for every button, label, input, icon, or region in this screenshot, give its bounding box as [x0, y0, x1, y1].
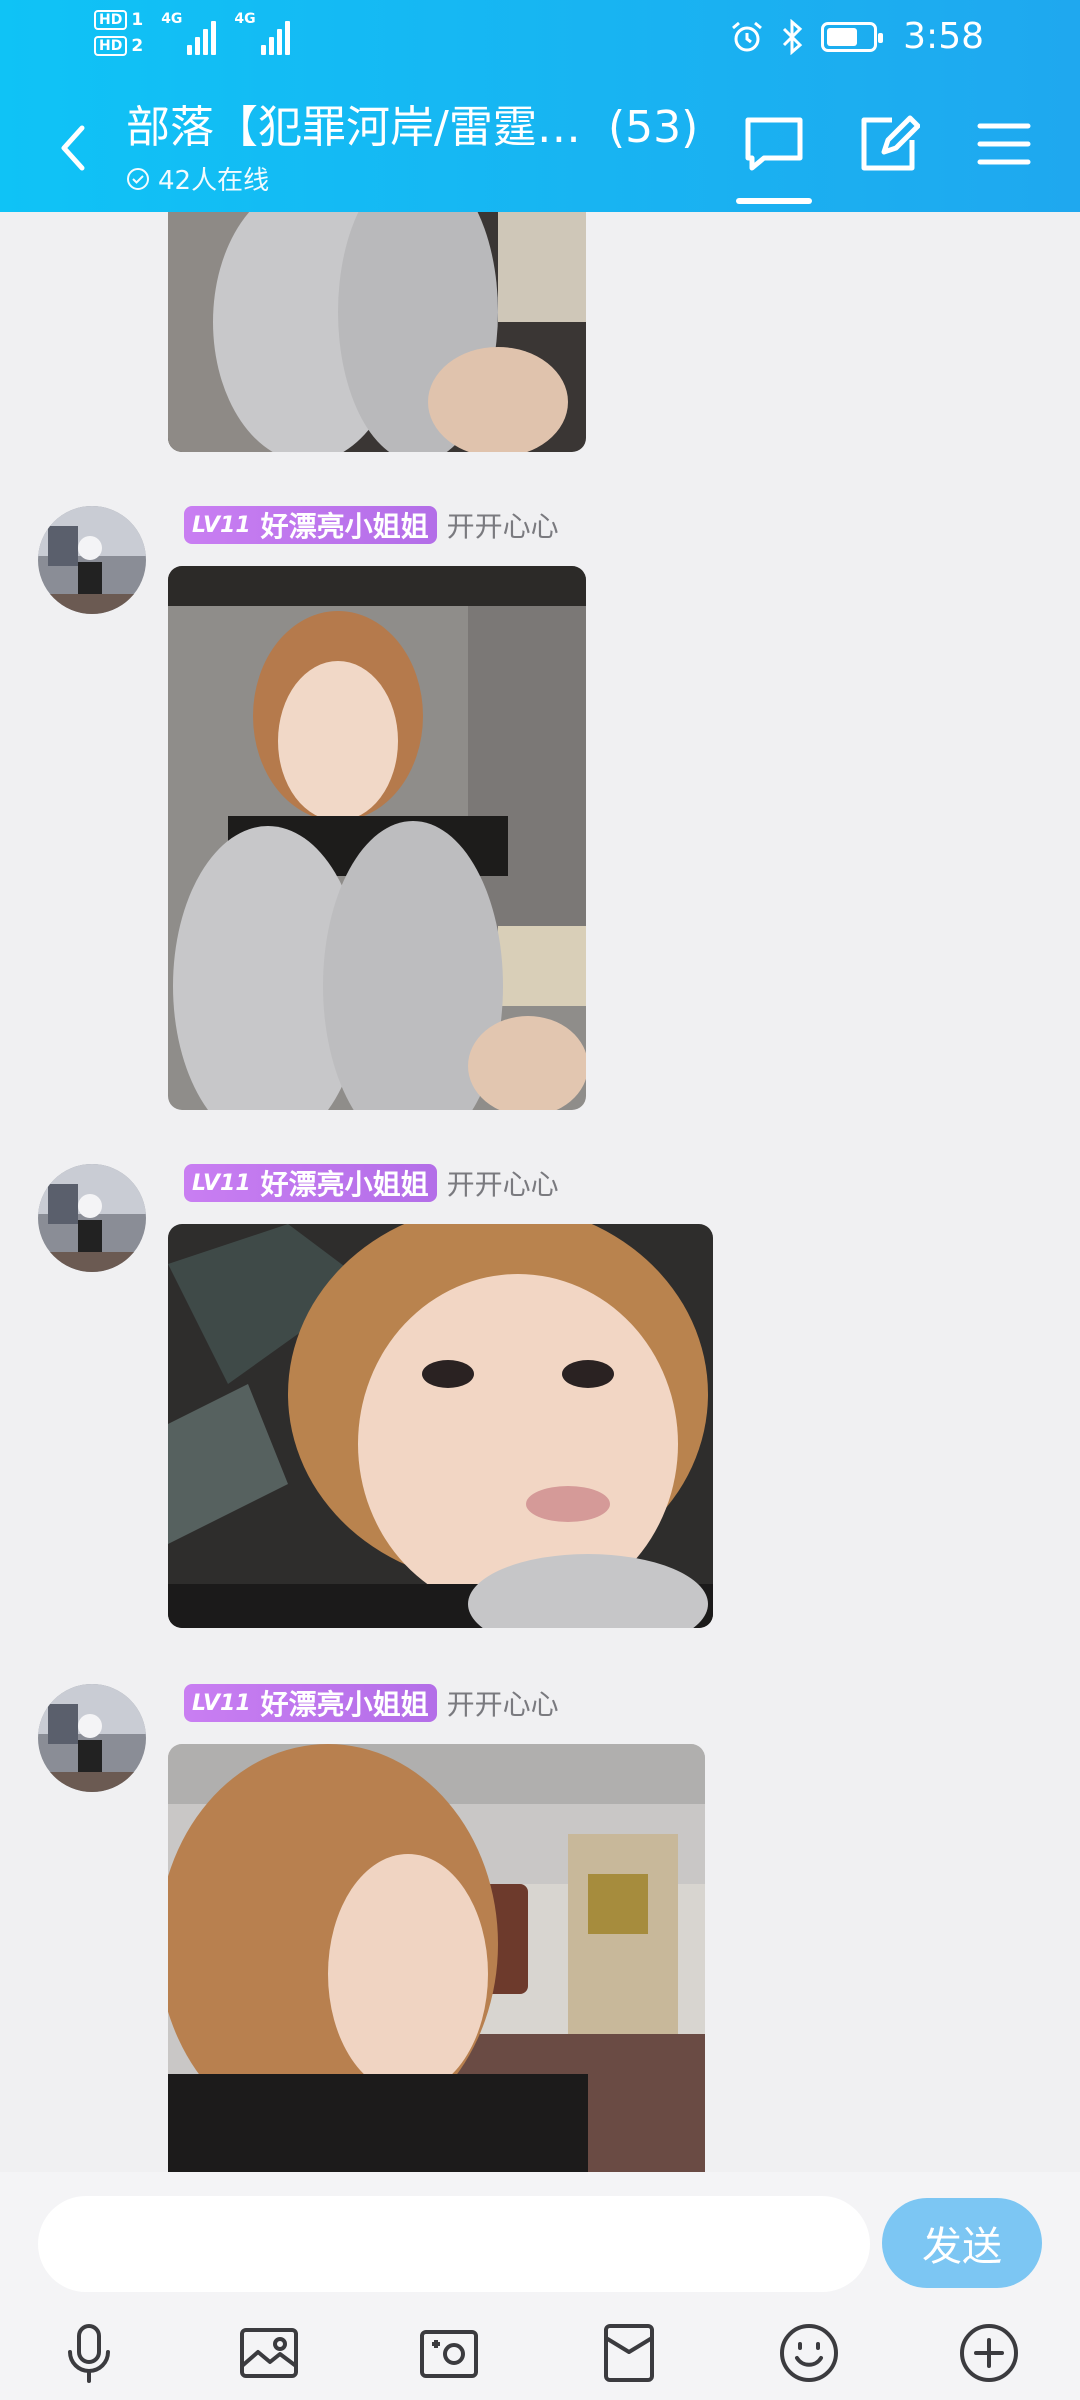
- battery-icon: [821, 21, 884, 52]
- level-badge[interactable]: LV11 好漂亮小姐姐: [184, 506, 437, 544]
- avatar[interactable]: [38, 1684, 146, 1792]
- signal-icon: 4G: [161, 11, 217, 55]
- sim2-indicator: HD 2: [94, 36, 143, 56]
- online-count: 42人在线: [158, 166, 270, 196]
- edit-icon[interactable]: [856, 112, 920, 176]
- photo-image: [168, 212, 586, 452]
- check-circle-icon: [127, 167, 149, 190]
- online-status: 42人在线: [126, 160, 716, 197]
- alarm-icon: [732, 21, 763, 51]
- photo-message[interactable]: [168, 1224, 713, 1628]
- member-title: 开开心心: [446, 1168, 559, 1201]
- member-title: 开开心心: [446, 510, 559, 543]
- photo-message[interactable]: [168, 566, 586, 1110]
- clock: 3:58: [903, 16, 984, 57]
- sender-name: 好漂亮小姐姐: [260, 510, 429, 543]
- input-bar: 发送: [0, 2172, 1080, 2400]
- menu-icon[interactable]: [972, 112, 1036, 176]
- signal-indicators: HD 1 HD 2 4G 4G: [94, 10, 290, 56]
- red-packet-icon[interactable]: [596, 2320, 662, 2386]
- top-header: HD 1 HD 2 4G 4G 3:58 部落【犯罪河岸/雷霆… (53) 42…: [0, 0, 1080, 212]
- chat-message-list[interactable]: LV11 好漂亮小姐姐 开开心心 LV11 好漂亮小姐姐 开开心心 LV11 好…: [0, 212, 1080, 2172]
- avatar-image: [38, 506, 146, 614]
- message-meta: LV11 好漂亮小姐姐 开开心心: [184, 1684, 559, 1722]
- page-title: 部落【犯罪河岸/雷霆… (53): [126, 100, 716, 156]
- member-title: 开开心心: [446, 1688, 559, 1721]
- sender-name: 好漂亮小姐姐: [260, 1688, 429, 1721]
- avatar[interactable]: [38, 506, 146, 614]
- avatar-image: [38, 1684, 146, 1792]
- level-badge[interactable]: LV11 好漂亮小姐姐: [184, 1684, 437, 1722]
- photo-message[interactable]: [168, 1744, 705, 2172]
- photo-image: [168, 1224, 713, 1628]
- message-input[interactable]: [38, 2196, 870, 2292]
- emoji-icon[interactable]: [776, 2320, 842, 2386]
- group-name: 部落【犯罪河岸/雷霆…: [126, 102, 581, 153]
- status-icons: 3:58: [729, 16, 984, 57]
- group-title-area[interactable]: 部落【犯罪河岸/雷霆… (53) 42人在线: [126, 100, 716, 197]
- member-count: (53): [608, 102, 699, 153]
- camera-icon[interactable]: [416, 2320, 482, 2386]
- tab-indicator: [736, 198, 812, 204]
- microphone-icon[interactable]: [56, 2320, 122, 2386]
- avatar[interactable]: [38, 1164, 146, 1272]
- sim1-indicator: HD 1: [94, 10, 143, 30]
- photo-message[interactable]: [168, 212, 586, 452]
- message-meta: LV11 好漂亮小姐姐 开开心心: [184, 506, 559, 544]
- photo-image: [168, 1744, 705, 2172]
- signal-icon: 4G: [234, 11, 290, 55]
- message-meta: LV11 好漂亮小姐姐 开开心心: [184, 1164, 559, 1202]
- plus-icon[interactable]: [956, 2320, 1022, 2386]
- chat-icon[interactable]: [742, 112, 806, 176]
- sender-name: 好漂亮小姐姐: [260, 1168, 429, 1201]
- level-badge[interactable]: LV11 好漂亮小姐姐: [184, 1164, 437, 1202]
- photo-image: [168, 566, 586, 1110]
- back-icon[interactable]: [52, 118, 96, 178]
- avatar-image: [38, 1164, 146, 1272]
- send-button[interactable]: 发送: [882, 2198, 1042, 2288]
- image-icon[interactable]: [236, 2320, 302, 2386]
- bluetooth-icon: [783, 18, 803, 55]
- status-bar: HD 1 HD 2 4G 4G 3:58: [0, 0, 1080, 80]
